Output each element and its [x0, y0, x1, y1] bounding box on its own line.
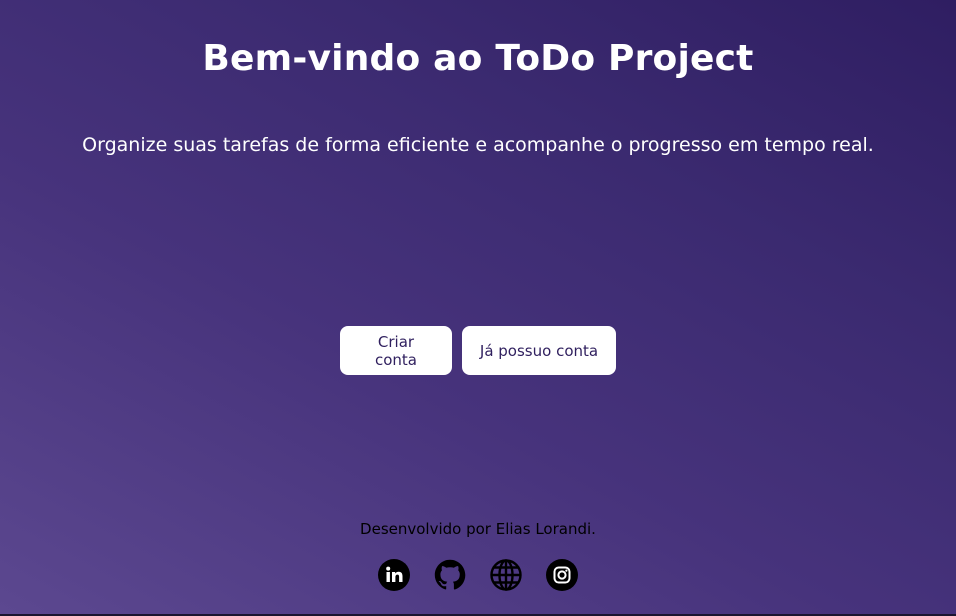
globe-icon: [490, 559, 522, 591]
page-title: Bem-vindo ao ToDo Project: [202, 38, 754, 79]
page-subtitle: Organize suas tarefas de forma eficiente…: [82, 134, 874, 156]
auth-actions: Criar conta Já possuo conta: [0, 326, 956, 375]
instagram-link[interactable]: [546, 559, 578, 591]
instagram-icon: [546, 559, 578, 591]
linkedin-icon: [378, 559, 410, 591]
github-link[interactable]: [434, 559, 466, 591]
website-link[interactable]: [490, 559, 522, 591]
github-icon: [434, 559, 466, 590]
login-button[interactable]: Já possuo conta: [462, 326, 616, 375]
create-account-button[interactable]: Criar conta: [340, 326, 452, 375]
social-links: [0, 559, 956, 591]
linkedin-link[interactable]: [378, 559, 410, 591]
developer-credit: Desenvolvido por Elias Lorandi.: [360, 520, 596, 538]
